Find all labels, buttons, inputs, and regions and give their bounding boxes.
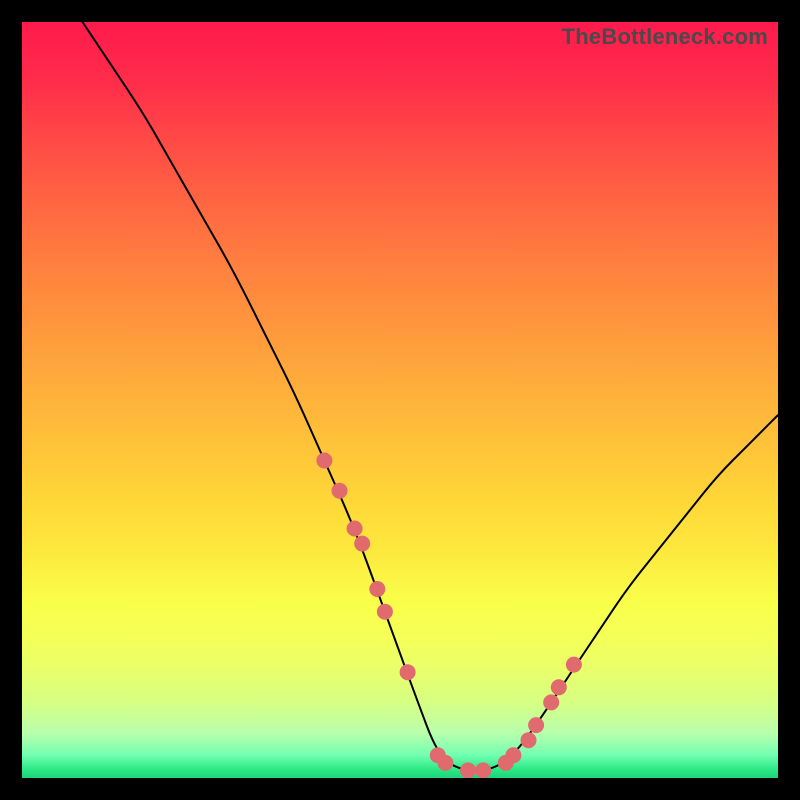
emphasis-dot: [528, 717, 544, 733]
emphasis-dot: [551, 679, 567, 695]
emphasis-dot: [332, 483, 348, 499]
curve-layer: [22, 22, 778, 778]
emphasis-dot: [521, 732, 537, 748]
plot-area: TheBottleneck.com: [22, 22, 778, 778]
emphasis-dot: [505, 747, 521, 763]
chart-frame: TheBottleneck.com: [0, 0, 800, 800]
emphasis-dot: [369, 581, 385, 597]
emphasis-dot: [475, 762, 491, 778]
emphasis-dot: [400, 664, 416, 680]
emphasis-dot: [316, 453, 332, 469]
emphasis-dot: [543, 694, 559, 710]
emphasis-dot: [460, 762, 476, 778]
emphasis-dot: [354, 536, 370, 552]
emphasis-dot: [566, 657, 582, 673]
emphasis-dot: [347, 521, 363, 537]
bottleneck-curve: [83, 22, 779, 770]
emphasis-dot: [437, 755, 453, 771]
emphasis-dots-group: [316, 453, 582, 779]
emphasis-dot: [377, 604, 393, 620]
